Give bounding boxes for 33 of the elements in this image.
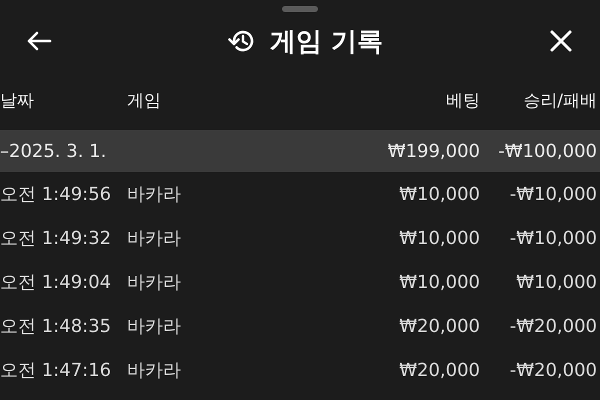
drag-handle[interactable]: [282, 6, 318, 12]
date-cell-text: 오전 1:47:16: [0, 359, 112, 382]
date-group-row[interactable]: –2025. 3. 1. ₩199,000 -₩100,000: [0, 130, 600, 172]
bet-cell-text: ₩20,000: [398, 316, 480, 336]
bet-cell-text: ₩20,000: [398, 360, 480, 380]
close-icon: [549, 29, 573, 53]
result-cell-text: -₩20,000: [508, 316, 598, 336]
date-cell-text: 오전 1:49:56: [0, 183, 112, 206]
date-cell-text: 오전 1:48:35: [0, 315, 112, 338]
game-cell: 바카라: [127, 228, 181, 249]
column-header: 게임: [127, 90, 162, 112]
bet-cell-text: ₩10,000: [398, 272, 480, 292]
back-arrow-icon: [26, 30, 52, 52]
game-cell: 바카라: [127, 360, 181, 381]
bet-cell-text: ₩10,000: [398, 184, 480, 204]
bet-cell-text: ₩199,000: [386, 140, 480, 162]
game-cell: 바카라: [127, 316, 181, 337]
date-cell-text: 오전 1:49:32: [0, 227, 112, 250]
result-cell-text: ₩10,000: [515, 272, 598, 292]
date-cell-text: –2025. 3. 1.: [0, 140, 108, 162]
column-header: 승리/패배: [522, 90, 598, 112]
date-cell-text: 오전 1:49:04: [0, 271, 112, 294]
history-icon: [228, 28, 256, 54]
column-header: 베팅: [445, 90, 480, 112]
result-cell-text: -₩10,000: [508, 228, 598, 248]
screen-title: 게임 기록: [270, 26, 384, 58]
bet-cell-text: ₩10,000: [398, 228, 480, 248]
game-cell: 바카라: [127, 184, 181, 205]
column-header: 날짜: [0, 90, 35, 112]
result-cell-text: -₩100,000: [497, 140, 598, 162]
game-cell: 바카라: [127, 272, 181, 293]
result-cell-text: -₩20,000: [508, 360, 598, 380]
result-cell-text: -₩10,000: [508, 184, 598, 204]
